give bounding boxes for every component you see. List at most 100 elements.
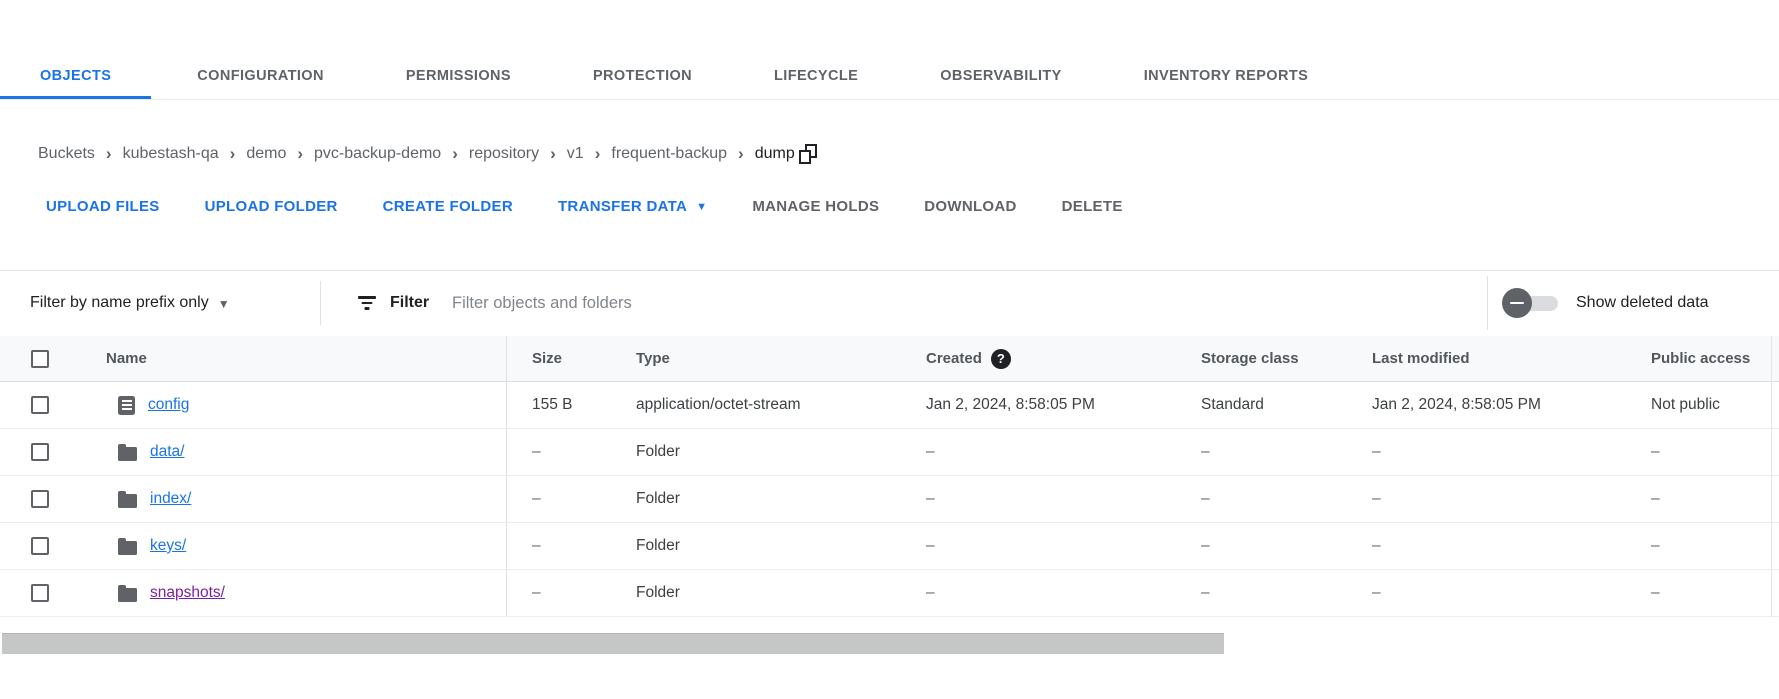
row-checkbox[interactable] <box>31 537 49 555</box>
cell-size: 155 B <box>506 382 636 428</box>
created-help-icon[interactable]: ? <box>991 349 1011 369</box>
cell-checkbox <box>0 523 88 569</box>
create-folder-button[interactable]: CREATE FOLDER <box>383 198 513 215</box>
filter-scope-dropdown[interactable]: Filter by name prefix only ▼ <box>30 271 230 335</box>
bucket-tab-bar: OBJECTSCONFIGURATIONPERMISSIONSPROTECTIO… <box>0 55 1779 100</box>
cell-size: – <box>506 523 636 569</box>
breadcrumb-current: dump <box>755 145 795 163</box>
cell-checkbox <box>0 570 88 616</box>
breadcrumb-item-demo[interactable]: demo <box>246 145 286 163</box>
cell-size: – <box>506 476 636 522</box>
cell-name: config <box>88 382 506 428</box>
cell-last-modified: – <box>1372 523 1651 569</box>
table-row: snapshots/–Folder–––– <box>0 570 1779 617</box>
row-checkbox[interactable] <box>31 443 49 461</box>
row-checkbox[interactable] <box>31 584 49 602</box>
column-header-type[interactable]: Type <box>636 336 926 381</box>
tab-objects[interactable]: OBJECTS <box>0 55 151 99</box>
chevron-down-icon: ▼ <box>696 201 707 213</box>
upload-folder-button[interactable]: UPLOAD FOLDER <box>205 198 338 215</box>
cell-public-access: – <box>1651 570 1779 616</box>
object-link-config[interactable]: config <box>148 396 189 414</box>
breadcrumb-item-buckets[interactable]: Buckets <box>38 145 95 163</box>
cell-created: – <box>926 429 1201 475</box>
chevron-right-icon: › <box>452 145 458 164</box>
breadcrumb-item-repository[interactable]: repository <box>469 145 539 163</box>
copy-icon[interactable] <box>798 143 818 165</box>
cell-type: Folder <box>636 476 926 522</box>
cell-storage-class: – <box>1201 570 1372 616</box>
table-row: keys/–Folder–––– <box>0 523 1779 570</box>
table-row: config 155 Bapplication/octet-stream Jan 2… <box>0 382 1779 429</box>
cell-public-access: – <box>1651 476 1779 522</box>
tab-configuration[interactable]: CONFIGURATION <box>161 55 360 99</box>
folder-icon <box>118 447 137 461</box>
filter-icon <box>358 296 376 310</box>
manage-holds-button[interactable]: MANAGE HOLDS <box>752 198 879 215</box>
breadcrumb-item-pvc-backup-demo[interactable]: pvc-backup-demo <box>314 145 441 163</box>
chevron-down-icon: ▼ <box>218 297 230 311</box>
download-button[interactable]: DOWNLOAD <box>924 198 1016 215</box>
select-all-checkbox[interactable] <box>31 350 49 368</box>
cell-last-modified: – <box>1372 476 1651 522</box>
object-link-data[interactable]: data/ <box>150 443 184 461</box>
cell-last-modified: – <box>1372 429 1651 475</box>
object-link-snapshots[interactable]: snapshots/ <box>150 584 225 602</box>
breadcrumb-item-frequent-backup[interactable]: frequent-backup <box>611 145 727 163</box>
column-header-name[interactable]: Name <box>88 336 506 381</box>
cell-name: data/ <box>88 429 506 475</box>
column-header-created[interactable]: Created <box>926 350 982 367</box>
upload-files-button[interactable]: UPLOAD FILES <box>46 198 160 215</box>
table-row: data/–Folder–––– <box>0 429 1779 476</box>
row-checkbox[interactable] <box>31 490 49 508</box>
column-header-public-access[interactable]: Public access <box>1651 336 1779 381</box>
breadcrumb-item-kubestash-qa[interactable]: kubestash-qa <box>123 145 219 163</box>
cell-storage-class: – <box>1201 429 1372 475</box>
cell-type: application/octet-stream <box>636 382 926 428</box>
row-checkbox[interactable] <box>31 396 49 414</box>
action-label: MANAGE HOLDS <box>752 198 879 215</box>
cell-checkbox <box>0 382 88 428</box>
transfer-data-button[interactable]: TRANSFER DATA ▼ <box>558 198 707 215</box>
vertical-divider <box>1487 276 1488 330</box>
horizontal-scrollbar-thumb[interactable] <box>2 633 1224 654</box>
cell-size: – <box>506 429 636 475</box>
table-body: config 155 Bapplication/octet-stream Jan 2… <box>0 382 1779 617</box>
tab-inventory-reports[interactable]: INVENTORY REPORTS <box>1108 55 1344 99</box>
delete-button[interactable]: DELETE <box>1062 198 1123 215</box>
chevron-right-icon: › <box>106 145 112 164</box>
object-link-index[interactable]: index/ <box>150 490 191 508</box>
action-label: TRANSFER DATA <box>558 198 687 215</box>
folder-icon <box>118 541 137 555</box>
action-label: CREATE FOLDER <box>383 198 513 215</box>
filter-input[interactable] <box>452 283 1332 323</box>
chevron-right-icon: › <box>738 145 744 164</box>
vertical-divider <box>320 281 321 325</box>
action-label: DELETE <box>1062 198 1123 215</box>
cell-type: Folder <box>636 570 926 616</box>
cell-name: index/ <box>88 476 506 522</box>
cell-last-modified: Jan 2, 2024, 8:58:05 PM <box>1372 382 1651 428</box>
tab-protection[interactable]: PROTECTION <box>557 55 728 99</box>
cell-storage-class: – <box>1201 476 1372 522</box>
cell-created: – <box>926 476 1201 522</box>
show-deleted-toggle[interactable] <box>1502 288 1562 318</box>
chevron-right-icon: › <box>550 145 556 164</box>
tab-permissions[interactable]: PERMISSIONS <box>370 55 547 99</box>
chevron-right-icon: › <box>230 145 236 164</box>
object-link-keys[interactable]: keys/ <box>150 537 186 555</box>
column-header-last-modified[interactable]: Last modified <box>1372 336 1651 381</box>
folder-icon <box>118 588 137 602</box>
cell-name: keys/ <box>88 523 506 569</box>
column-header-size[interactable]: Size <box>506 336 636 381</box>
show-deleted-label: Show deleted data <box>1576 271 1709 335</box>
cell-type: Folder <box>636 523 926 569</box>
column-header-storage-class[interactable]: Storage class <box>1201 336 1372 381</box>
breadcrumb-item-v1[interactable]: v1 <box>567 145 584 163</box>
folder-icon <box>118 494 137 508</box>
cell-public-access: – <box>1651 523 1779 569</box>
cell-storage-class: – <box>1201 523 1372 569</box>
chevron-right-icon: › <box>297 145 303 164</box>
tab-observability[interactable]: OBSERVABILITY <box>904 55 1097 99</box>
tab-lifecycle[interactable]: LIFECYCLE <box>738 55 894 99</box>
